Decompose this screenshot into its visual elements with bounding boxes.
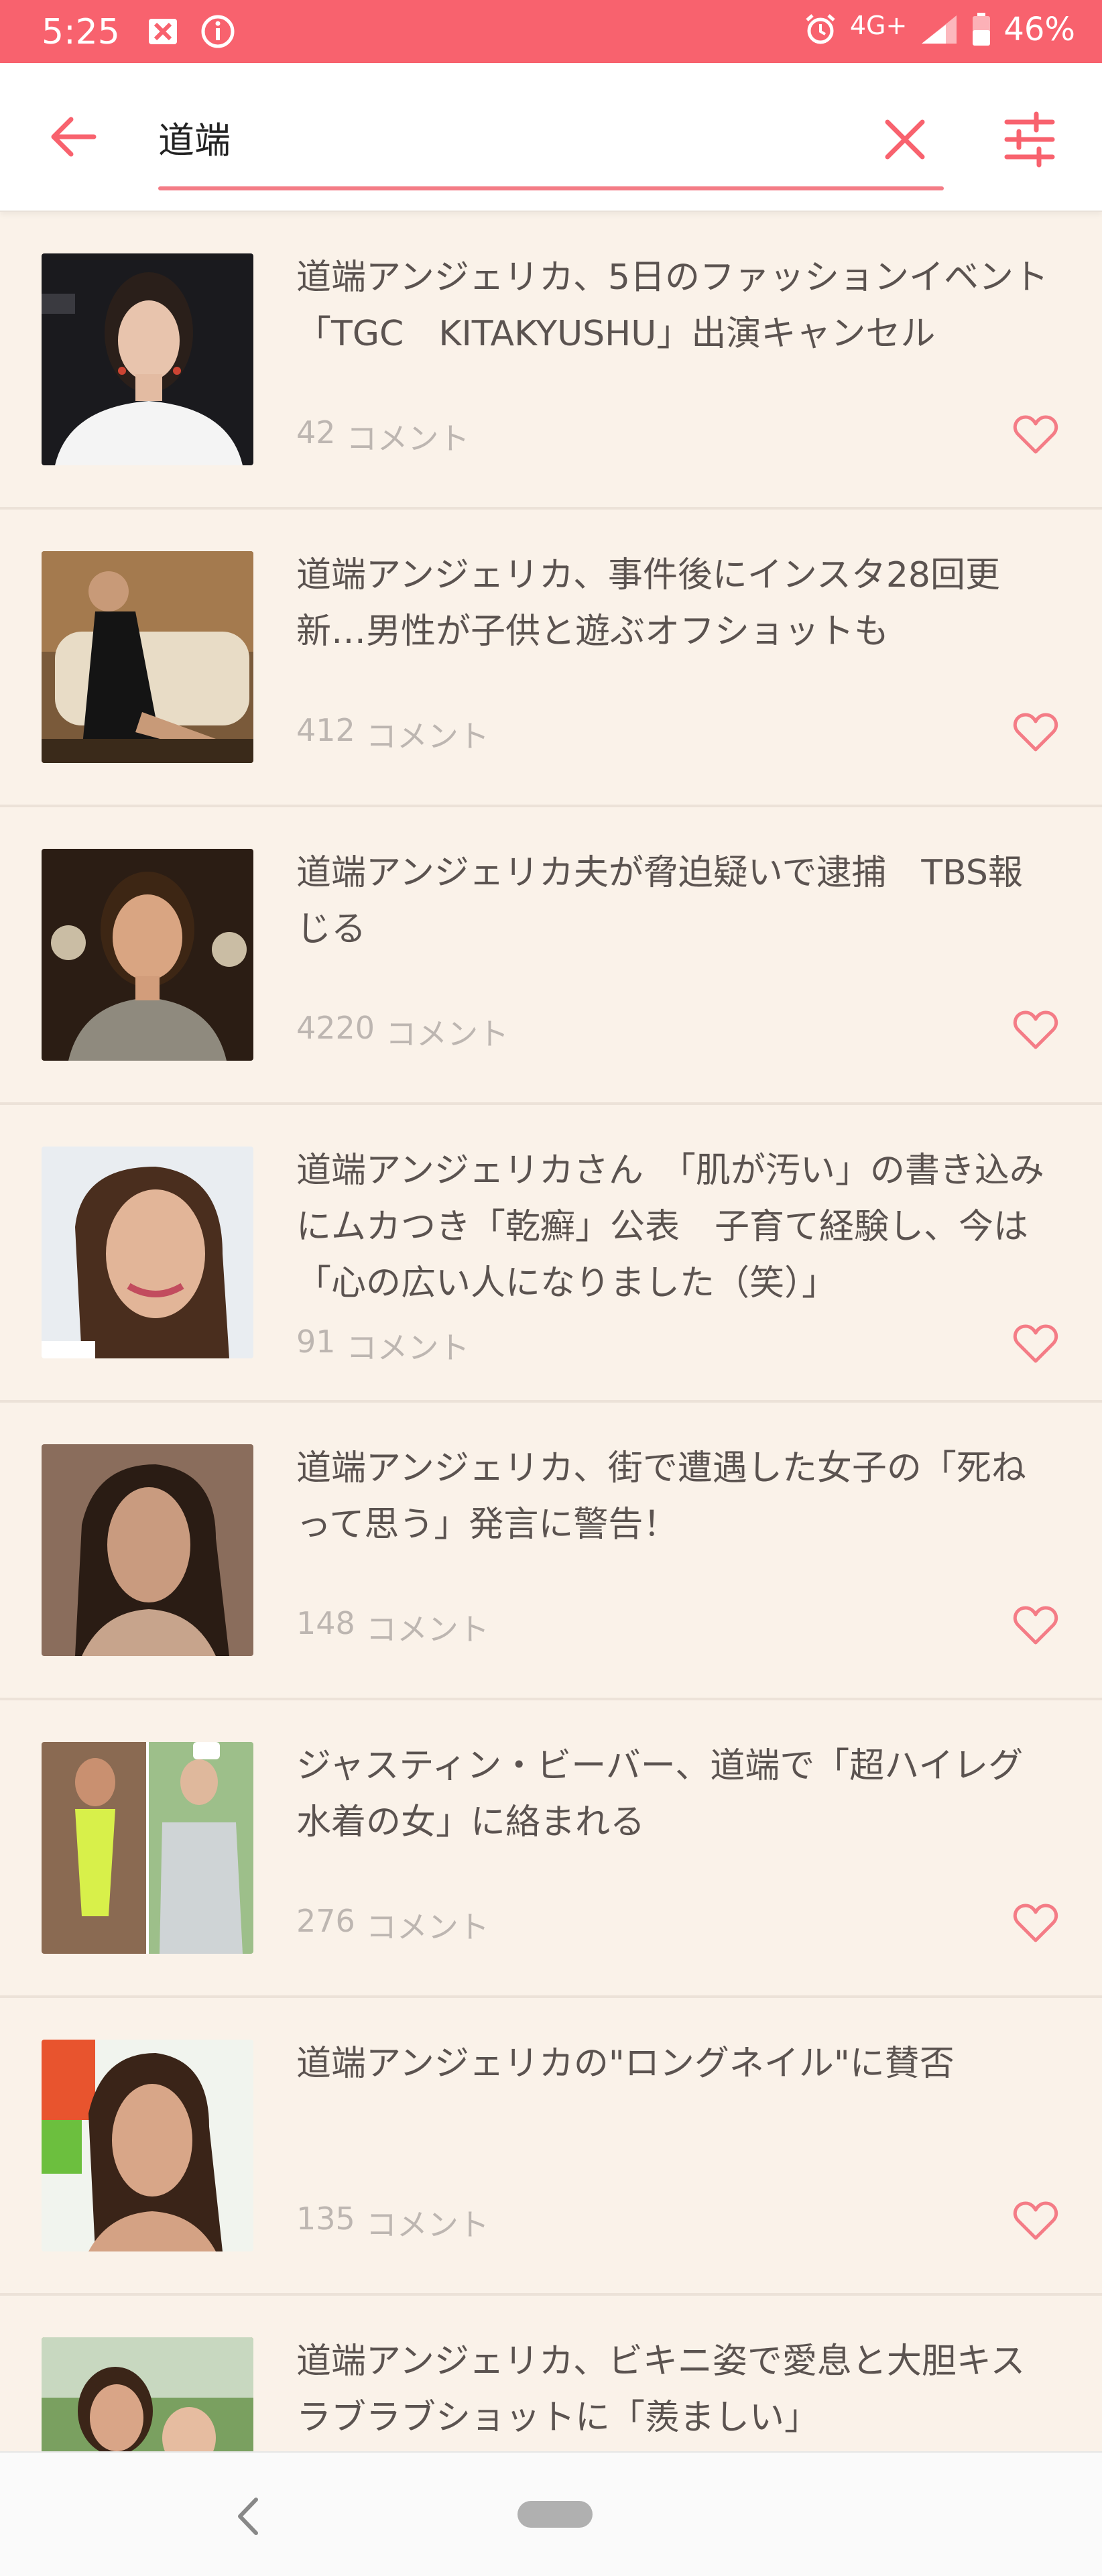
comment-count: 91 コメント: [296, 1324, 470, 1368]
heart-icon[interactable]: [1012, 1901, 1059, 1944]
heart-icon[interactable]: [1012, 1008, 1059, 1051]
status-bar: 5:25 4G+ 46%: [0, 0, 1102, 63]
article-title[interactable]: 道端アンジェリカ、街で遭遇した女子の「死ねって思う」発言に警告！: [296, 1440, 1054, 1553]
comment-label: コメント: [365, 1611, 489, 1647]
heart-icon[interactable]: [1012, 413, 1059, 456]
comment-label: コメント: [346, 420, 470, 457]
article-title[interactable]: 道端アンジェリカ、5日のファッションイベント「TGC KITAKYUSHU」出演…: [296, 249, 1054, 362]
result-item[interactable]: 道端アンジェリカ、5日のファッションイベント「TGC KITAKYUSHU」出演…: [0, 212, 1102, 510]
comment-number: 135: [296, 2201, 355, 2237]
article-title[interactable]: 道端アンジェリカ、事件後にインスタ28回更新…男性が子供と遊ぶオフショットも: [296, 547, 1054, 660]
comment-label: コメント: [365, 1909, 489, 1945]
search-underline: [158, 186, 944, 190]
article-thumbnail: [42, 2337, 253, 2451]
comment-count: 4220 コメント: [296, 1010, 509, 1054]
heart-icon[interactable]: [1012, 1322, 1059, 1365]
comment-number: 276: [296, 1903, 355, 1939]
battery-icon: [973, 13, 991, 46]
article-title[interactable]: 道端アンジェリカ、ビキニ姿で愛息と大胆キス ラブラブショットに「羨ましい」: [296, 2333, 1060, 2446]
signal-icon: [922, 15, 957, 44]
comment-count: 148 コメント: [296, 1605, 489, 1649]
comment-number: 148: [296, 1605, 355, 1641]
result-item[interactable]: 道端アンジェリカさん 「肌が汚い」の書き込みにムカつき「乾癬」公表 子育て経験し…: [0, 1105, 1102, 1403]
article-title[interactable]: ジャスティン・ビーバー、道端で「超ハイレグ水着の女」に絡まれる: [296, 1738, 1054, 1851]
article-thumbnail: [42, 551, 253, 763]
alarm-icon: [806, 14, 835, 44]
network-type: 4G+: [849, 11, 908, 40]
comment-count: 135 コメント: [296, 2201, 489, 2245]
comment-number: 4220: [296, 1010, 375, 1046]
heart-icon[interactable]: [1012, 1604, 1059, 1647]
heart-icon[interactable]: [1012, 711, 1059, 754]
comment-number: 91: [296, 1324, 336, 1360]
results-list: 道端アンジェリカ、5日のファッションイベント「TGC KITAKYUSHU」出演…: [0, 212, 1102, 2451]
result-item[interactable]: ジャスティン・ビーバー、道端で「超ハイレグ水着の女」に絡まれる 276 コメント: [0, 1700, 1102, 1998]
nav-home-pill[interactable]: [517, 2501, 593, 2528]
comment-label: コメント: [365, 718, 489, 754]
comment-label: コメント: [385, 1016, 509, 1052]
close-icon[interactable]: [878, 113, 932, 166]
comment-number: 42: [296, 414, 336, 451]
article-thumbnail: [42, 1742, 253, 1954]
status-time: 5:25: [42, 12, 120, 52]
article-title[interactable]: 道端アンジェリカの"ロングネイル"に賛否: [296, 2036, 1054, 2092]
comment-label: コメント: [365, 2207, 489, 2243]
sliders-icon[interactable]: [997, 107, 1062, 172]
comment-count: 276 コメント: [296, 1903, 489, 1947]
comment-count: 42 コメント: [296, 414, 470, 459]
result-item[interactable]: 道端アンジェリカ、事件後にインスタ28回更新…男性が子供と遊ぶオフショットも 4…: [0, 510, 1102, 807]
article-thumbnail: [42, 1444, 253, 1656]
app-notification-icon: [149, 19, 177, 44]
result-item[interactable]: 道端アンジェリカ、街で遭遇した女子の「死ねって思う」発言に警告！ 148 コメン…: [0, 1403, 1102, 1700]
result-item[interactable]: 道端アンジェリカ、ビキニ姿で愛息と大胆キス ラブラブショットに「羨ましい」: [0, 2296, 1102, 2451]
comment-count: 412 コメント: [296, 712, 489, 756]
article-title[interactable]: 道端アンジェリカさん 「肌が汚い」の書き込みにムカつき「乾癬」公表 子育て経験し…: [296, 1143, 1054, 1311]
article-thumbnail: [42, 253, 253, 465]
result-item[interactable]: 道端アンジェリカ夫が脅迫疑いで逮捕 TBS報じる 4220 コメント: [0, 807, 1102, 1105]
article-thumbnail: [42, 1147, 253, 1358]
article-thumbnail: [42, 2040, 253, 2251]
system-nav-bar: [0, 2451, 1102, 2576]
comment-number: 412: [296, 712, 355, 748]
article-thumbnail: [42, 849, 253, 1061]
arrow-left-icon[interactable]: [42, 105, 106, 169]
info-icon: [201, 15, 235, 48]
heart-icon[interactable]: [1012, 2199, 1059, 2242]
article-title[interactable]: 道端アンジェリカ夫が脅迫疑いで逮捕 TBS報じる: [296, 845, 1054, 957]
search-header: [0, 63, 1102, 212]
search-input[interactable]: [158, 110, 829, 164]
comment-label: コメント: [346, 1330, 470, 1366]
battery-percent: 46%: [1003, 11, 1075, 48]
result-item[interactable]: 道端アンジェリカの"ロングネイル"に賛否 135 コメント: [0, 1998, 1102, 2296]
status-right: 4G+ 46%: [803, 11, 1075, 48]
nav-back-icon[interactable]: [228, 2493, 268, 2540]
